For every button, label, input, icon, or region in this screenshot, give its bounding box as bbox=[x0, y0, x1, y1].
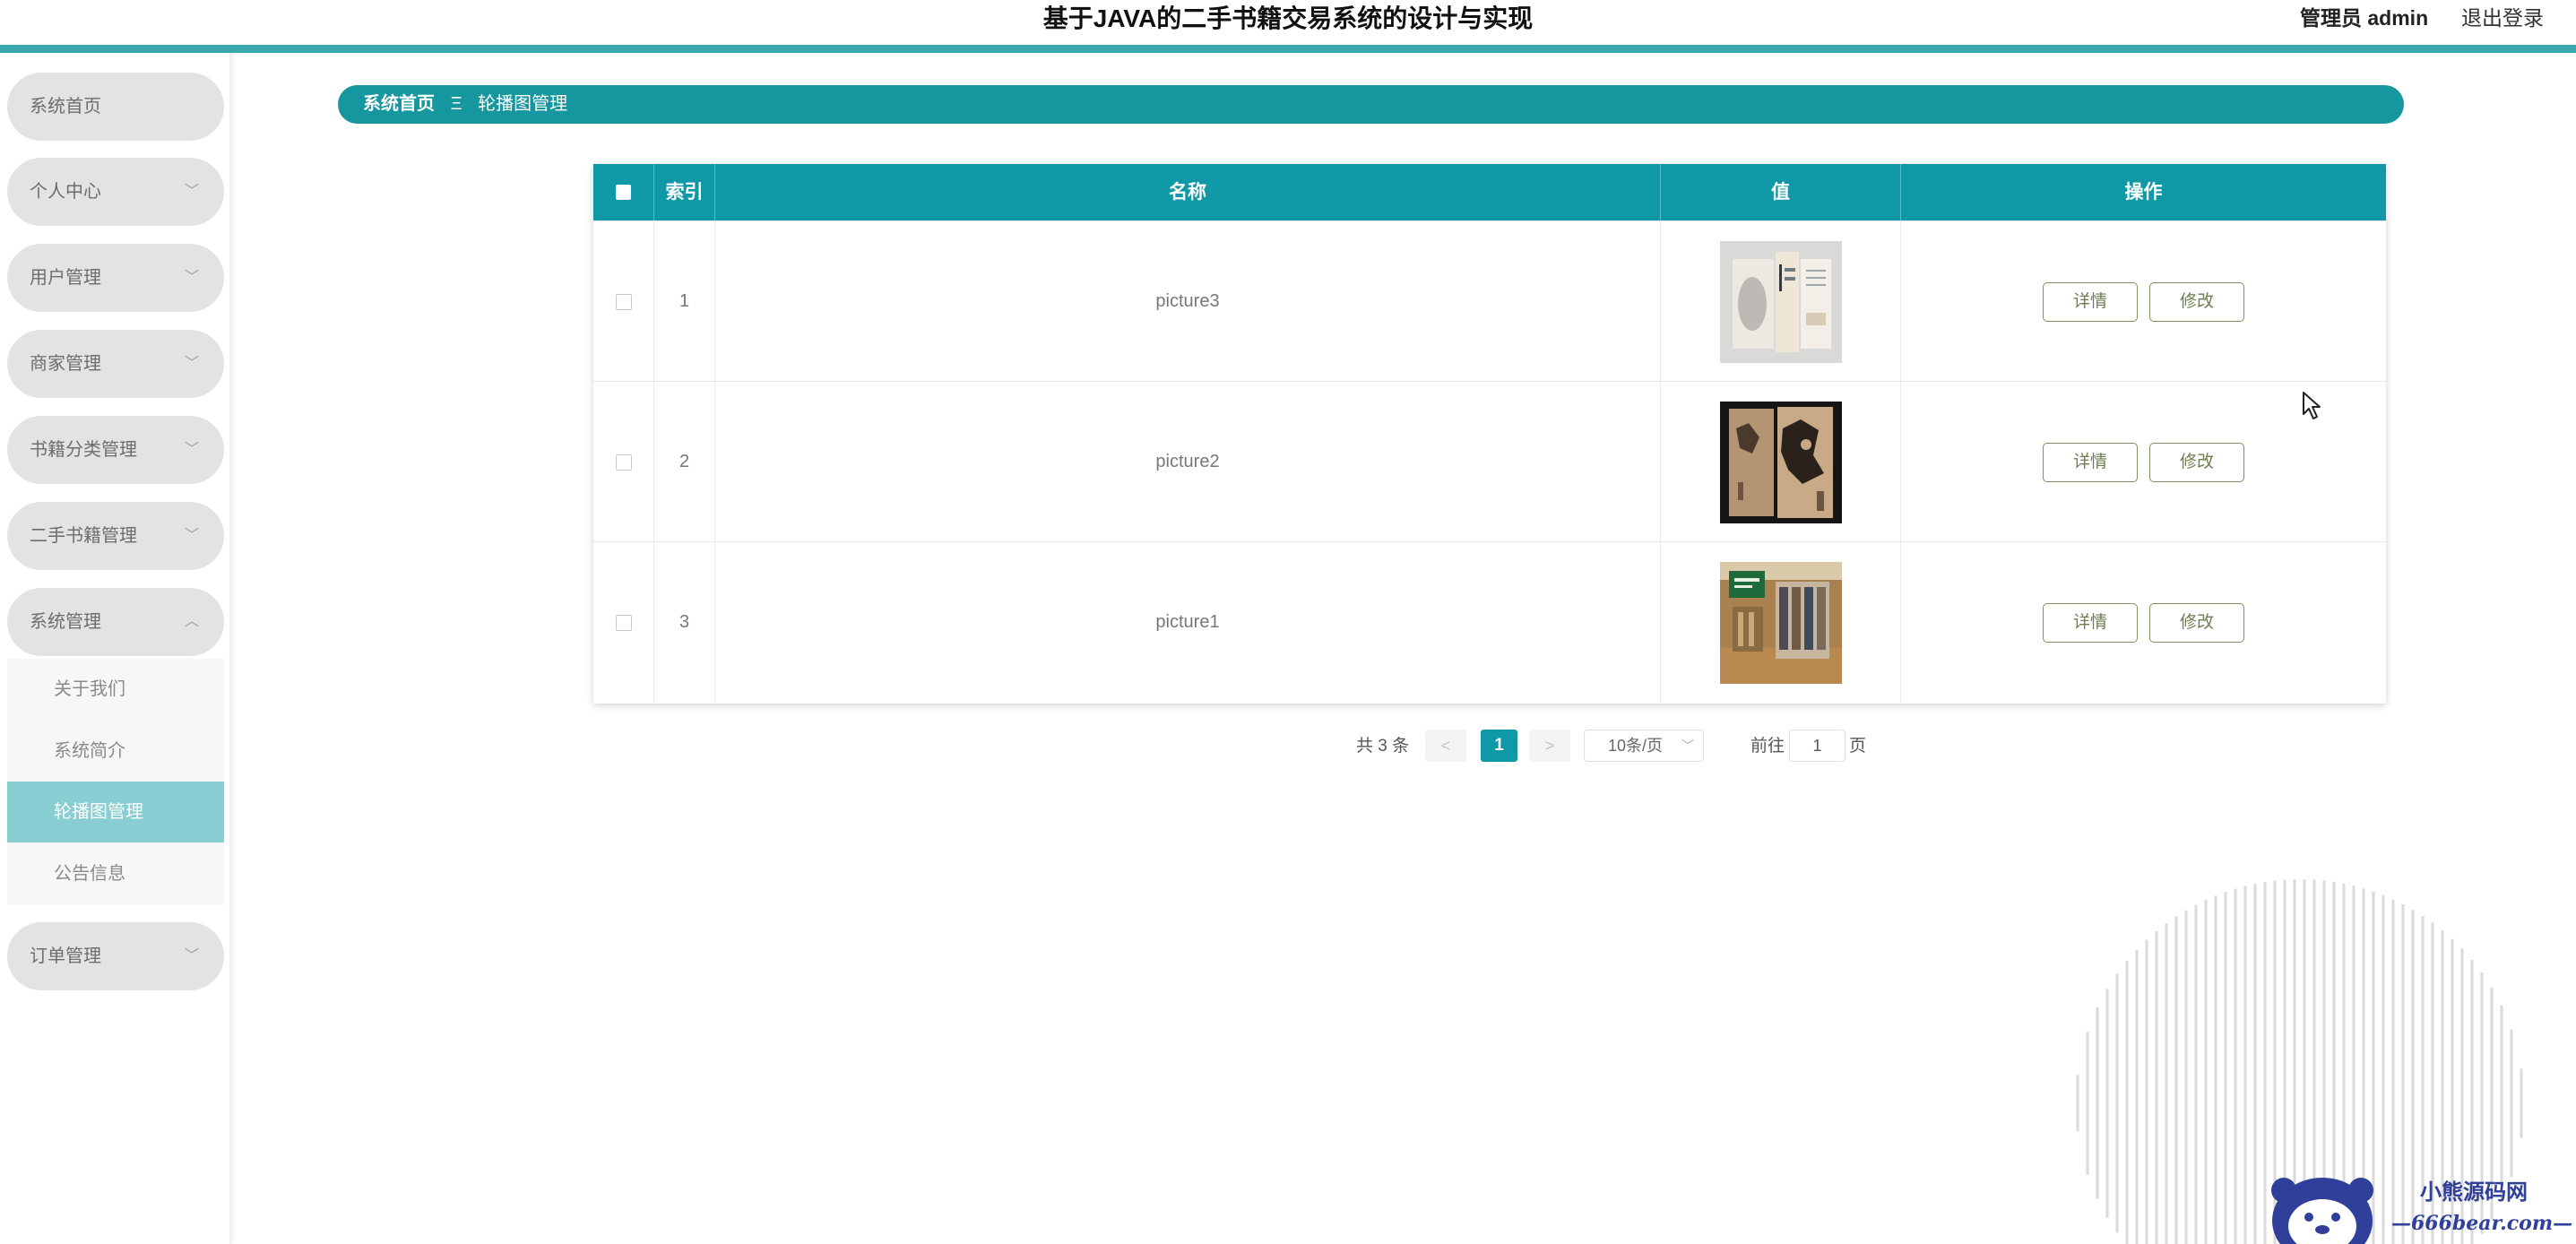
sidebar-item-user-management[interactable]: 用户管理 ﹀ bbox=[7, 244, 224, 312]
mouse-cursor-icon bbox=[2303, 392, 2321, 419]
sidebar-item-home[interactable]: 系统首页 bbox=[7, 73, 224, 141]
page-size-value: 10条/页 bbox=[1608, 737, 1664, 755]
chevron-down-icon: ﹀ bbox=[184, 270, 199, 285]
row-value-cell bbox=[1661, 542, 1901, 703]
row-checkbox-cell bbox=[593, 542, 654, 703]
system-management-submenu: 关于我们 系统简介 轮播图管理 公告信息 bbox=[7, 659, 224, 904]
watermark-url: —666bear.com— bbox=[2391, 1212, 2573, 1235]
row-name: picture2 bbox=[715, 382, 1661, 542]
sidebar-item-label: 商家管理 bbox=[30, 354, 101, 374]
header-index: 索引 bbox=[654, 164, 715, 220]
bookstore-interior-image[interactable] bbox=[1719, 561, 1842, 684]
pagination-next-button[interactable]: > bbox=[1529, 730, 1570, 762]
header-name: 名称 bbox=[715, 164, 1661, 220]
sidebar-item-label: 系统首页 bbox=[30, 97, 101, 117]
table-row: 1 picture3 详情 修改 bbox=[593, 220, 2386, 382]
submenu-item-carousel-management[interactable]: 轮播图管理 bbox=[7, 782, 224, 842]
sidebar-item-label: 系统管理 bbox=[30, 612, 101, 632]
sidebar-item-used-books[interactable]: 二手书籍管理 ﹀ bbox=[7, 502, 224, 570]
dark-book-covers-image[interactable] bbox=[1719, 401, 1842, 523]
breadcrumb-current: 轮播图管理 bbox=[478, 94, 568, 114]
row-name: picture3 bbox=[715, 221, 1661, 382]
logout-link[interactable]: 退出登录 bbox=[2461, 4, 2544, 32]
sidebar-item-label: 用户管理 bbox=[30, 268, 101, 288]
header-actions: 操作 bbox=[2124, 182, 2163, 203]
submenu-item-label: 关于我们 bbox=[54, 679, 125, 699]
bear-mascot-icon bbox=[2271, 1178, 2373, 1244]
sidebar-item-merchant-management[interactable]: 商家管理 ﹀ bbox=[7, 330, 224, 398]
sidebar-item-label: 订单管理 bbox=[30, 946, 101, 966]
goto-suffix-label: 页 bbox=[1849, 737, 1867, 756]
submenu-item-announcements[interactable]: 公告信息 bbox=[7, 843, 224, 904]
goto-prefix-label: 前往 bbox=[1750, 737, 1785, 756]
table-header: 索引 名称 值 操作 bbox=[593, 164, 2386, 220]
row-name: picture1 bbox=[715, 542, 1661, 703]
submenu-item-system-intro[interactable]: 系统简介 bbox=[7, 721, 224, 782]
carousel-table: 索引 名称 值 操作 1 picture3 详情 修改 2 picture2 详… bbox=[593, 164, 2386, 704]
row-checkbox[interactable] bbox=[615, 614, 632, 631]
row-checkbox[interactable] bbox=[615, 293, 632, 310]
admin-user-label: 管理员 admin bbox=[2300, 6, 2429, 30]
edit-button[interactable]: 修改 bbox=[2149, 442, 2244, 482]
top-header: 基于JAVA的二手书籍交易系统的设计与实现 管理员 admin 退出登录 bbox=[0, 0, 2576, 45]
submenu-item-label: 公告信息 bbox=[54, 864, 125, 884]
detail-button[interactable]: 详情 bbox=[2043, 602, 2138, 643]
submenu-item-label: 系统简介 bbox=[54, 741, 125, 761]
header-value: 值 bbox=[1661, 164, 1901, 220]
table-row: 3 picture1 详情 修改 bbox=[593, 541, 2386, 703]
table-row: 2 picture2 详情 修改 bbox=[593, 381, 2386, 542]
row-checkbox-cell bbox=[593, 221, 654, 382]
detail-button[interactable]: 详情 bbox=[2043, 281, 2138, 322]
pagination-total: 共 3 条 bbox=[1356, 737, 1410, 756]
row-actions-cell: 详情 修改 bbox=[1901, 542, 2386, 703]
breadcrumb-separator-icon: Ξ bbox=[450, 94, 462, 114]
breadcrumb: 系统首页 Ξ 轮播图管理 bbox=[338, 85, 2404, 124]
chevron-down-icon: ﹀ bbox=[1681, 739, 1694, 753]
row-actions-cell: 详情 修改 bbox=[1901, 221, 2386, 382]
row-index: 2 bbox=[654, 382, 715, 542]
sidebar-item-label: 个人中心 bbox=[30, 182, 101, 202]
submenu-item-about-us[interactable]: 关于我们 bbox=[7, 659, 224, 720]
chevron-down-icon: ﹀ bbox=[184, 356, 199, 371]
pagination-page-button[interactable]: 1 bbox=[1481, 730, 1517, 762]
chevron-up-icon: ︿ bbox=[184, 614, 199, 629]
chevron-down-icon: ﹀ bbox=[184, 442, 199, 457]
row-index: 1 bbox=[654, 221, 715, 382]
detail-button[interactable]: 详情 bbox=[2043, 442, 2138, 482]
row-value-cell bbox=[1661, 221, 1901, 382]
row-checkbox-cell bbox=[593, 382, 654, 542]
header-divider bbox=[0, 45, 2576, 53]
chevron-down-icon: ﹀ bbox=[184, 184, 199, 199]
goto-page-input[interactable]: 1 bbox=[1789, 730, 1846, 762]
watermark-title: 小熊源码网 bbox=[2420, 1179, 2528, 1205]
select-all-checkbox[interactable] bbox=[616, 185, 631, 200]
row-index: 3 bbox=[654, 542, 715, 703]
sidebar-menu: 系统首页 个人中心 ﹀ 用户管理 ﹀ 商家管理 ﹀ 书籍分类管理 ﹀ 二手书籍管… bbox=[0, 53, 232, 1244]
sidebar-item-personal-center[interactable]: 个人中心 ﹀ bbox=[7, 158, 224, 226]
pagination-prev-button[interactable]: < bbox=[1425, 730, 1466, 762]
sidebar-item-order-management[interactable]: 订单管理 ﹀ bbox=[7, 922, 224, 990]
chevron-down-icon: ﹀ bbox=[184, 948, 199, 963]
submenu-item-label: 轮播图管理 bbox=[54, 802, 143, 822]
edit-button[interactable]: 修改 bbox=[2149, 602, 2244, 643]
sidebar-item-book-category[interactable]: 书籍分类管理 ﹀ bbox=[7, 416, 224, 484]
sidebar-item-system-management[interactable]: 系统管理 ︿ bbox=[7, 588, 224, 656]
app-title: 基于JAVA的二手书籍交易系统的设计与实现 bbox=[1042, 4, 1534, 32]
select-all-checkbox-cell bbox=[593, 164, 654, 220]
row-checkbox[interactable] bbox=[615, 454, 632, 471]
breadcrumb-home[interactable]: 系统首页 bbox=[363, 94, 435, 114]
row-value-cell bbox=[1661, 382, 1901, 542]
chevron-down-icon: ﹀ bbox=[184, 528, 199, 543]
sidebar-item-label: 二手书籍管理 bbox=[30, 526, 137, 546]
page-size-select[interactable]: 10条/页 ﹀ bbox=[1584, 730, 1704, 762]
edit-button[interactable]: 修改 bbox=[2149, 281, 2244, 322]
sidebar-item-label: 书籍分类管理 bbox=[30, 440, 137, 460]
bookshelf-brochure-image[interactable] bbox=[1719, 240, 1842, 363]
